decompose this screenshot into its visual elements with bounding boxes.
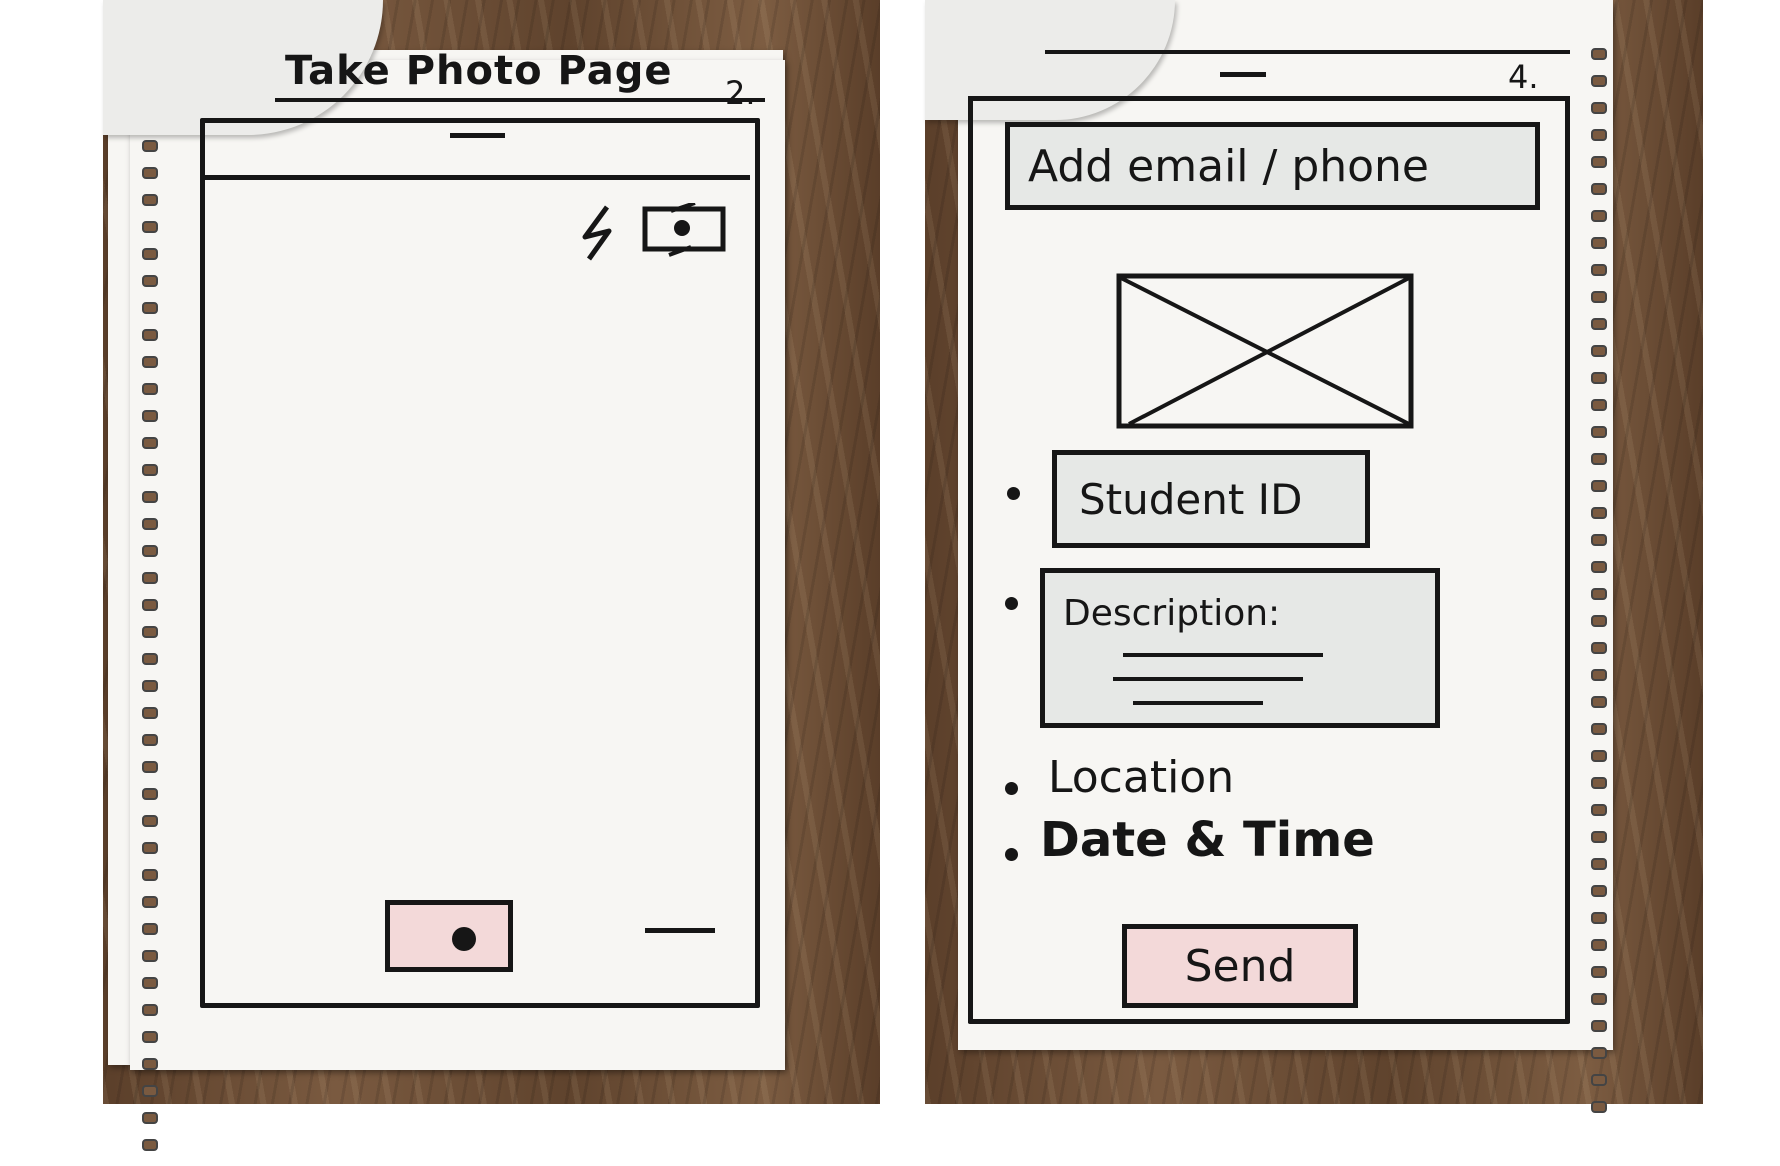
gallery-dash[interactable] xyxy=(645,928,715,933)
spiral-holes-right xyxy=(1591,48,1607,1128)
bullet xyxy=(1005,597,1018,610)
top-line-right xyxy=(1045,50,1570,54)
speaker-slot xyxy=(450,133,505,138)
shutter-icon xyxy=(452,927,476,951)
page-title: Take Photo Page xyxy=(285,48,673,94)
text-line xyxy=(1123,653,1323,657)
text-line xyxy=(1113,677,1303,681)
phone-frame-right xyxy=(968,96,1570,1024)
title-underline xyxy=(275,98,765,102)
phone-top-edge-right xyxy=(968,96,1570,101)
student-id-label: Student ID xyxy=(1079,474,1303,524)
page-number-right: 4. xyxy=(1508,58,1539,96)
recipient-input[interactable]: Add email / phone xyxy=(1005,122,1540,210)
text-line xyxy=(1133,701,1263,705)
bullet xyxy=(1007,487,1020,500)
flash-icon[interactable] xyxy=(577,201,627,263)
send-button-label: Send xyxy=(1184,940,1296,992)
switch-camera-icon[interactable] xyxy=(641,203,729,257)
speaker-slot-right xyxy=(1220,72,1266,77)
recipient-input-label: Add email / phone xyxy=(1028,140,1430,192)
location-label: Location xyxy=(1048,752,1235,803)
page-number: 2. xyxy=(725,74,756,112)
description-input[interactable]: Description: xyxy=(1040,568,1440,728)
description-label: Description: xyxy=(1063,593,1281,634)
bullet xyxy=(1005,782,1018,795)
bullet xyxy=(1005,848,1018,861)
shutter-button[interactable] xyxy=(385,900,513,972)
phone-frame xyxy=(200,118,760,1008)
send-button[interactable]: Send xyxy=(1122,924,1358,1008)
image-placeholder-icon xyxy=(1116,273,1414,429)
date-time-label: Date & Time xyxy=(1040,812,1375,868)
student-id-input[interactable]: Student ID xyxy=(1052,450,1370,548)
status-bar-divider xyxy=(200,175,750,180)
spiral-holes xyxy=(142,140,158,1166)
